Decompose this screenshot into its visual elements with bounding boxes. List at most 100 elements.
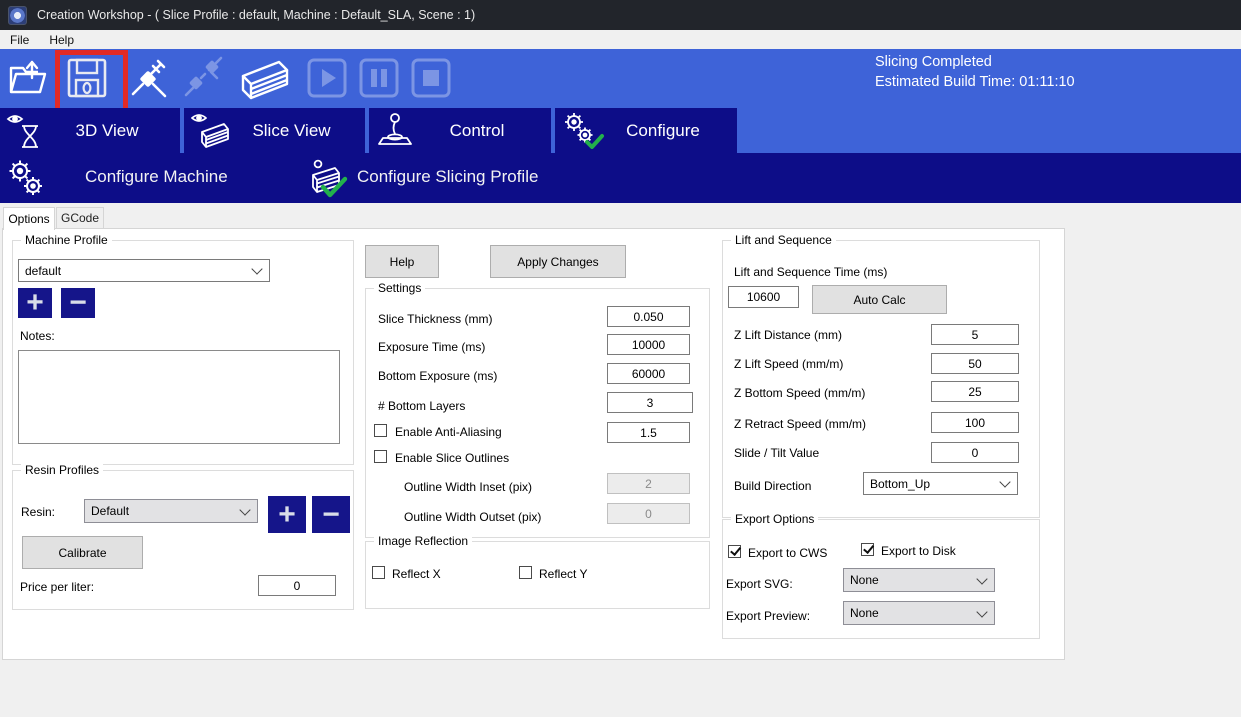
disconnect-icon bbox=[181, 56, 225, 100]
z-retract-speed-input[interactable] bbox=[931, 412, 1019, 433]
configure-subnav: Configure Machine Configure Slicing Prof… bbox=[0, 153, 1241, 203]
bottom-layers-label: # Bottom Layers bbox=[378, 399, 465, 413]
connect-icon bbox=[127, 56, 171, 100]
remove-resin-button[interactable]: − bbox=[312, 496, 350, 533]
build-direction-label: Build Direction bbox=[734, 479, 811, 493]
slide-tilt-input[interactable] bbox=[931, 442, 1019, 463]
subnav-configure-slicing-profile[interactable]: Configure Slicing Profile bbox=[300, 153, 630, 203]
subnav-label: Configure Machine bbox=[85, 167, 228, 187]
resin-select[interactable]: Default bbox=[84, 499, 258, 523]
calibrate-button[interactable]: Calibrate bbox=[22, 536, 143, 569]
joystick-icon bbox=[375, 112, 415, 149]
chevron-down-icon bbox=[999, 476, 1010, 487]
auto-calc-button[interactable]: Auto Calc bbox=[812, 285, 947, 314]
add-resin-button[interactable]: + bbox=[268, 496, 306, 533]
notes-textarea[interactable] bbox=[18, 350, 340, 444]
anti-aliasing-input[interactable] bbox=[607, 422, 690, 443]
price-per-liter-input[interactable] bbox=[258, 575, 336, 596]
tab-configure[interactable]: Configure bbox=[555, 108, 737, 153]
window-title: Creation Workshop - ( Slice Profile : de… bbox=[37, 8, 475, 22]
resin-value: Default bbox=[91, 504, 129, 518]
bottom-exposure-label: Bottom Exposure (ms) bbox=[378, 369, 497, 383]
slice-profile-check-icon bbox=[307, 159, 351, 199]
bottom-layers-input[interactable] bbox=[607, 392, 693, 413]
reflect-y-label: Reflect Y bbox=[539, 567, 587, 581]
outline-inset-label: Outline Width Inset (pix) bbox=[404, 480, 532, 494]
slice-icon bbox=[239, 56, 291, 100]
lift-sequence-time-input[interactable] bbox=[728, 286, 799, 308]
tab-label: 3D View bbox=[76, 121, 139, 141]
resin-label: Resin: bbox=[21, 505, 55, 519]
menu-file[interactable]: File bbox=[0, 31, 39, 49]
panel-tab-strip: Options GCode bbox=[0, 207, 1241, 229]
status-text: Slicing Completed Estimated Build Time: … bbox=[875, 52, 1075, 92]
group-title: Image Reflection bbox=[374, 534, 472, 548]
subnav-configure-machine[interactable]: Configure Machine bbox=[0, 153, 300, 203]
pause-icon bbox=[358, 57, 400, 99]
title-bar: Creation Workshop - ( Slice Profile : de… bbox=[0, 0, 1241, 30]
connect-button[interactable] bbox=[126, 55, 172, 101]
slice-outlines-label: Enable Slice Outlines bbox=[395, 451, 509, 465]
slice-thickness-label: Slice Thickness (mm) bbox=[378, 312, 492, 326]
slice-thickness-input[interactable] bbox=[607, 306, 690, 327]
tab-slice-view[interactable]: Slice View bbox=[184, 108, 365, 153]
z-lift-distance-input[interactable] bbox=[931, 324, 1019, 345]
disconnect-button bbox=[180, 55, 226, 101]
group-title: Export Options bbox=[731, 512, 818, 526]
outline-inset-input bbox=[607, 473, 690, 494]
export-cws-checkbox[interactable] bbox=[728, 545, 741, 558]
export-disk-checkbox[interactable] bbox=[861, 543, 874, 556]
exposure-time-input[interactable] bbox=[607, 334, 690, 355]
apply-changes-button[interactable]: Apply Changes bbox=[490, 245, 626, 278]
tab-label: Slice View bbox=[252, 121, 330, 141]
open-file-button[interactable] bbox=[6, 55, 52, 101]
add-machine-profile-button[interactable]: + bbox=[18, 288, 52, 318]
help-button[interactable]: Help bbox=[365, 245, 439, 278]
tab-3d-view[interactable]: 3D View bbox=[0, 108, 180, 153]
lift-sequence-time-label: Lift and Sequence Time (ms) bbox=[734, 265, 887, 279]
machine-profile-select[interactable]: default bbox=[18, 259, 270, 282]
export-svg-label: Export SVG: bbox=[726, 577, 793, 591]
open-file-icon bbox=[8, 58, 50, 98]
group-title: Machine Profile bbox=[21, 233, 112, 247]
tab-label: Configure bbox=[626, 121, 700, 141]
main-tab-row: 3D View Slice View Control bbox=[0, 108, 1241, 153]
slide-tilt-label: Slide / Tilt Value bbox=[734, 446, 819, 460]
tab-gcode[interactable]: GCode bbox=[56, 207, 104, 228]
z-bottom-speed-label: Z Bottom Speed (mm/m) bbox=[734, 386, 865, 400]
build-direction-select[interactable]: Bottom_Up bbox=[863, 472, 1018, 495]
export-cws-label: Export to CWS bbox=[748, 546, 827, 560]
slice-build-button[interactable] bbox=[238, 55, 292, 101]
outline-outset-input bbox=[607, 503, 690, 524]
chevron-down-icon bbox=[251, 263, 262, 274]
gears-check-icon bbox=[561, 112, 605, 149]
group-title: Lift and Sequence bbox=[731, 233, 836, 247]
export-svg-value: None bbox=[850, 573, 879, 587]
export-preview-label: Export Preview: bbox=[726, 609, 810, 623]
export-svg-select[interactable]: None bbox=[843, 568, 995, 592]
stop-button bbox=[408, 55, 454, 101]
exposure-time-label: Exposure Time (ms) bbox=[378, 340, 485, 354]
export-preview-select[interactable]: None bbox=[843, 601, 995, 625]
notes-label: Notes: bbox=[20, 329, 55, 343]
reflect-x-checkbox[interactable] bbox=[372, 566, 385, 579]
chevron-down-icon bbox=[976, 573, 987, 584]
z-bottom-speed-input[interactable] bbox=[931, 381, 1019, 402]
chevron-down-icon bbox=[239, 504, 250, 515]
z-lift-distance-label: Z Lift Distance (mm) bbox=[734, 328, 842, 342]
tab-options[interactable]: Options bbox=[3, 207, 55, 230]
z-lift-speed-input[interactable] bbox=[931, 353, 1019, 374]
remove-machine-profile-button[interactable]: − bbox=[61, 288, 95, 318]
export-disk-label: Export to Disk bbox=[881, 544, 956, 558]
anti-aliasing-checkbox[interactable] bbox=[374, 424, 387, 437]
group-title: Settings bbox=[374, 281, 425, 295]
tab-control[interactable]: Control bbox=[369, 108, 551, 153]
bottom-exposure-input[interactable] bbox=[607, 363, 690, 384]
stop-icon bbox=[410, 57, 452, 99]
z-lift-speed-label: Z Lift Speed (mm/m) bbox=[734, 357, 843, 371]
reflect-x-label: Reflect X bbox=[392, 567, 441, 581]
export-preview-value: None bbox=[850, 606, 879, 620]
slice-outlines-checkbox[interactable] bbox=[374, 450, 387, 463]
reflect-y-checkbox[interactable] bbox=[519, 566, 532, 579]
menu-help[interactable]: Help bbox=[39, 31, 84, 49]
